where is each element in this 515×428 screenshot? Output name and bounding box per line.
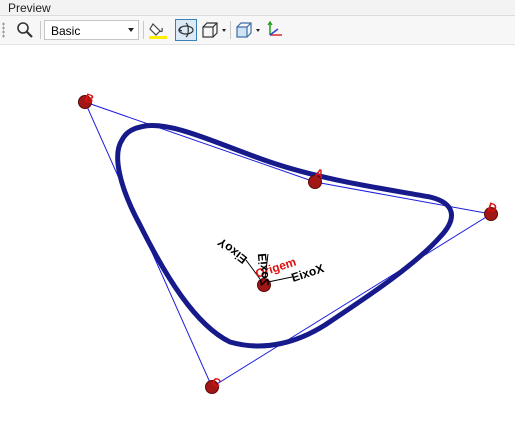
box-view-icon bbox=[202, 22, 218, 38]
preview-canvas[interactable]: B A D C Origem EixoX EixoY EixoZ bbox=[0, 45, 515, 423]
bezier-curve bbox=[115, 123, 454, 349]
point-label: C bbox=[210, 375, 223, 391]
z-axis-label: EixoZ bbox=[255, 253, 272, 287]
axes-button[interactable] bbox=[264, 19, 286, 41]
chevron-down-icon bbox=[128, 28, 134, 32]
chevron-down-icon[interactable] bbox=[256, 29, 260, 32]
panel-header: Preview bbox=[0, 0, 515, 17]
preview-toolbar: Basic bbox=[0, 16, 515, 45]
view-cube-button[interactable] bbox=[233, 19, 255, 41]
toolbar-separator bbox=[230, 21, 231, 39]
axes-icon bbox=[267, 20, 282, 36]
rotate-view-button[interactable] bbox=[175, 19, 197, 41]
display-style-select[interactable]: Basic bbox=[44, 20, 139, 40]
scene-view[interactable]: B A D C Origem EixoX EixoY EixoZ bbox=[0, 45, 515, 423]
box-view-button[interactable] bbox=[199, 19, 221, 41]
toolbar-separator bbox=[143, 21, 144, 39]
x-axis-tick bbox=[267, 276, 293, 283]
zoom-button[interactable] bbox=[14, 19, 36, 41]
color-fill-button[interactable] bbox=[147, 19, 169, 41]
magnifier-icon bbox=[17, 22, 33, 38]
toolbar-grip[interactable] bbox=[2, 22, 5, 38]
rotate-view-icon bbox=[178, 22, 194, 38]
toolbar-separator bbox=[40, 21, 41, 39]
view-cube-icon bbox=[236, 22, 252, 38]
panel-title: Preview bbox=[8, 1, 51, 15]
point-label: B bbox=[83, 91, 96, 107]
y-axis-label: EixoY bbox=[215, 235, 250, 267]
display-style-value: Basic bbox=[51, 24, 81, 38]
paint-bucket-icon bbox=[149, 23, 167, 39]
chevron-down-icon[interactable] bbox=[222, 29, 226, 32]
